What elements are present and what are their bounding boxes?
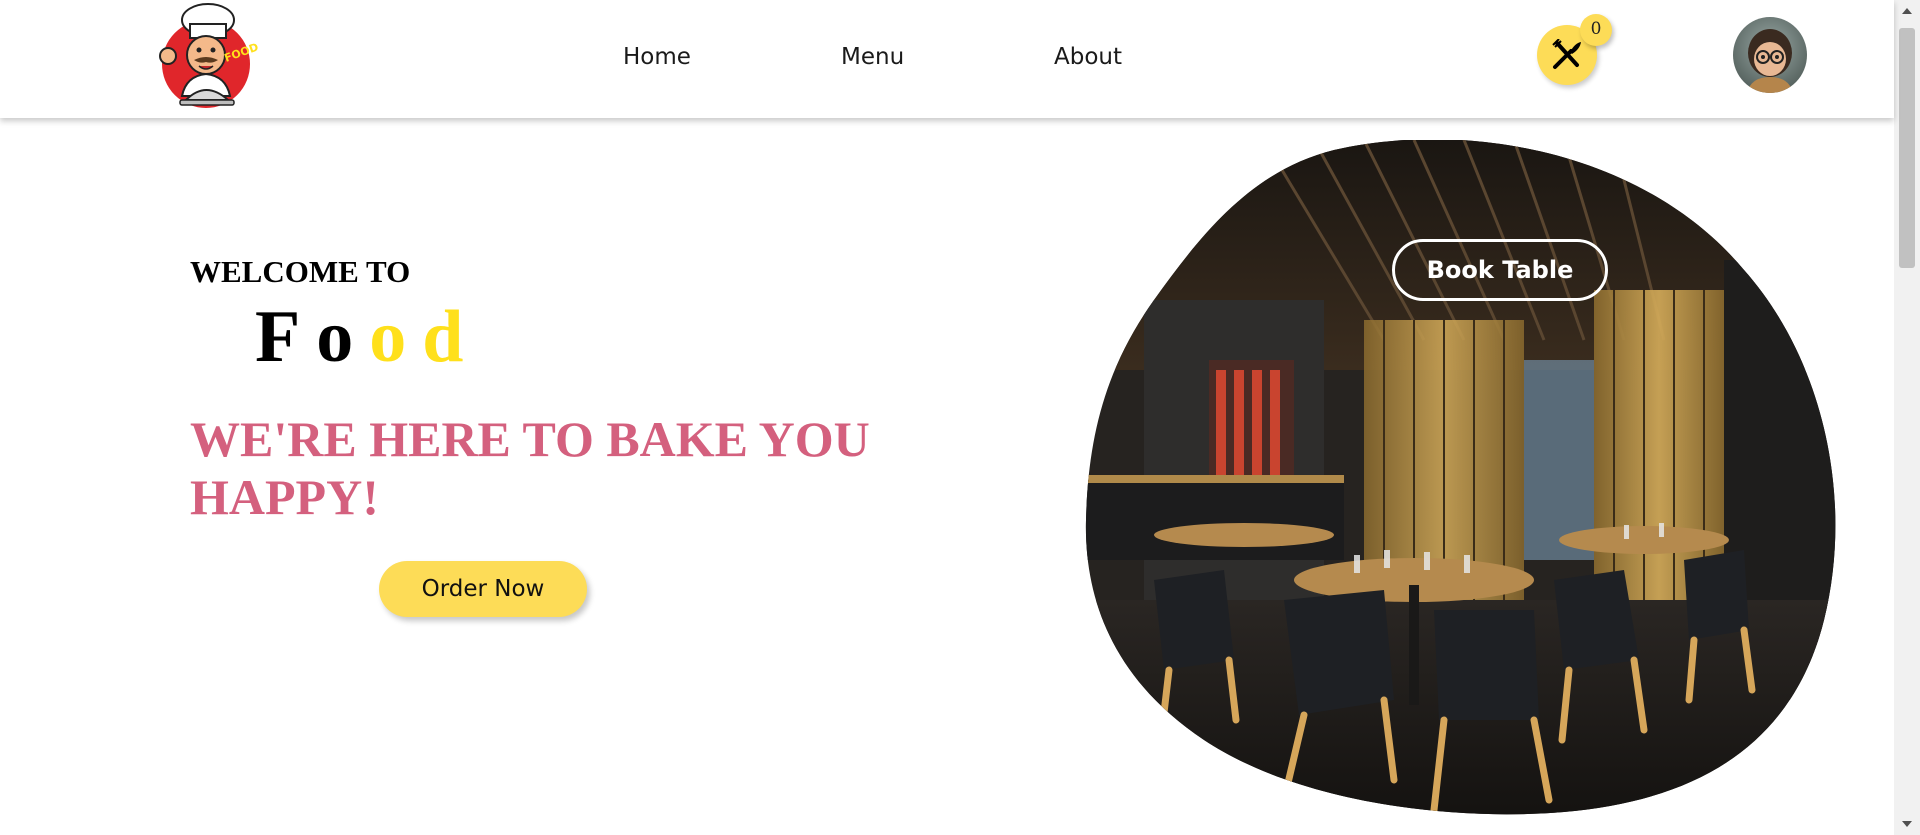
cart-count-badge: 0: [1580, 14, 1612, 46]
nav-about-link[interactable]: About: [1054, 44, 1122, 70]
welcome-heading: WELCOME TO: [190, 254, 411, 289]
site-header: FOOD Home Menu About 0: [0, 0, 1894, 118]
brand-letter: F: [255, 296, 317, 378]
page-scrollbar[interactable]: [1894, 0, 1920, 835]
brand-letter: d: [422, 296, 480, 378]
scroll-up-arrow-icon[interactable]: [1902, 8, 1912, 14]
brand-name: Food: [255, 292, 479, 382]
order-now-button[interactable]: Order Now: [379, 561, 587, 617]
scroll-down-arrow-icon[interactable]: [1902, 821, 1912, 827]
chef-logo[interactable]: FOOD: [146, 0, 266, 120]
brand-letter: o: [369, 296, 423, 378]
nav-menu-link[interactable]: Menu: [841, 44, 904, 70]
scrollbar-thumb[interactable]: [1899, 28, 1915, 268]
book-table-button[interactable]: Book Table: [1392, 239, 1608, 301]
nav-home-link[interactable]: Home: [623, 44, 691, 70]
user-avatar[interactable]: [1733, 17, 1807, 93]
fork-knife-icon: [1552, 39, 1581, 69]
hero-tagline: WE'RE HERE TO BAKE YOU HAPPY!: [190, 411, 870, 525]
brand-letter: o: [316, 296, 370, 378]
